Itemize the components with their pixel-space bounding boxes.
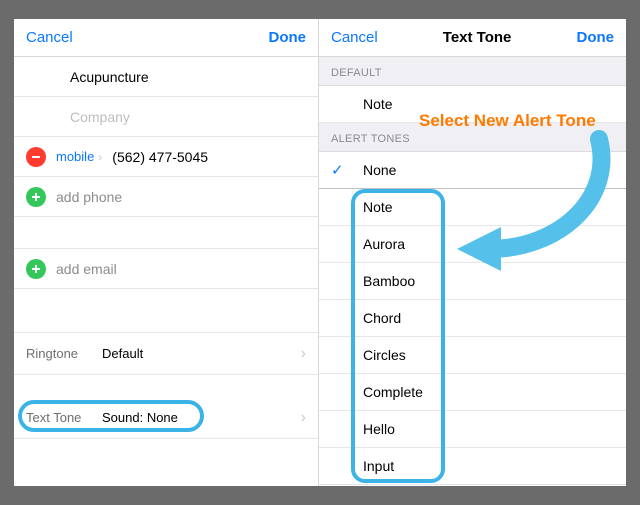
alert-tone-row[interactable]: Bamboo [319, 263, 626, 300]
add-email-row[interactable]: add email [14, 249, 318, 289]
phone-row[interactable]: mobile › (562) 477-5045 [14, 137, 318, 177]
texttone-picker-pane: Cancel Text Tone Done DEFAULT Note ALERT… [319, 19, 626, 486]
phone-type-label[interactable]: mobile [56, 149, 94, 164]
company-field[interactable]: Company [14, 97, 318, 137]
chevron-right-icon: › [301, 409, 306, 427]
default-tone-row[interactable]: Note [319, 86, 626, 123]
ringtone-label: Ringtone [26, 346, 86, 361]
done-button[interactable]: Done [269, 29, 307, 46]
alert-tone-selected-row[interactable]: ✓ None [319, 152, 626, 189]
ringtone-value: Default [102, 346, 143, 361]
company-placeholder: Company [70, 109, 130, 125]
default-tone-value: Note [363, 96, 393, 112]
nav-bar-left: Cancel Done [14, 19, 318, 57]
alert-tone-row[interactable]: Note [319, 189, 626, 226]
section-header-default: DEFAULT [319, 57, 626, 86]
contact-name-value: Acupuncture [70, 69, 149, 85]
spacer [14, 375, 318, 397]
page-title: Text Tone [443, 29, 512, 46]
texttone-row[interactable]: Text Tone Sound: None › [14, 397, 318, 439]
alert-tone-row[interactable]: Aurora [319, 226, 626, 263]
cancel-button[interactable]: Cancel [331, 29, 378, 46]
chevron-right-icon: › [301, 345, 306, 363]
checkmark-icon: ✓ [331, 161, 344, 179]
alert-tone-row[interactable]: Input [319, 448, 626, 485]
add-phone-row[interactable]: add phone [14, 177, 318, 217]
add-icon [26, 259, 46, 279]
contact-name-field[interactable]: Acupuncture [14, 57, 318, 97]
alert-tone-row[interactable]: Hello [319, 411, 626, 448]
spacer [14, 289, 318, 333]
add-phone-label: add phone [56, 189, 122, 205]
phone-number[interactable]: (562) 477-5045 [112, 149, 208, 165]
alert-tone-row[interactable]: Circles [319, 337, 626, 374]
ringtone-row[interactable]: Ringtone Default › [14, 333, 318, 375]
done-button[interactable]: Done [576, 29, 614, 46]
cancel-button[interactable]: Cancel [26, 29, 73, 46]
texttone-value: Sound: None [102, 410, 178, 425]
nav-bar-right: Cancel Text Tone Done [319, 19, 626, 57]
add-email-label: add email [56, 261, 117, 277]
selected-tone-value: None [363, 162, 396, 178]
alert-tones-list: Note Aurora Bamboo Chord Circles Complet… [319, 189, 626, 485]
spacer [14, 217, 318, 249]
add-icon [26, 187, 46, 207]
texttone-label: Text Tone [26, 410, 86, 425]
remove-phone-icon[interactable] [26, 147, 46, 167]
chevron-right-icon: › [98, 150, 102, 164]
alert-tone-row[interactable]: Complete [319, 374, 626, 411]
alert-tone-row[interactable]: Chord [319, 300, 626, 337]
contact-edit-pane: Cancel Done Acupuncture Company mobile ›… [14, 19, 319, 486]
section-header-alert-tones: ALERT TONES [319, 123, 626, 152]
